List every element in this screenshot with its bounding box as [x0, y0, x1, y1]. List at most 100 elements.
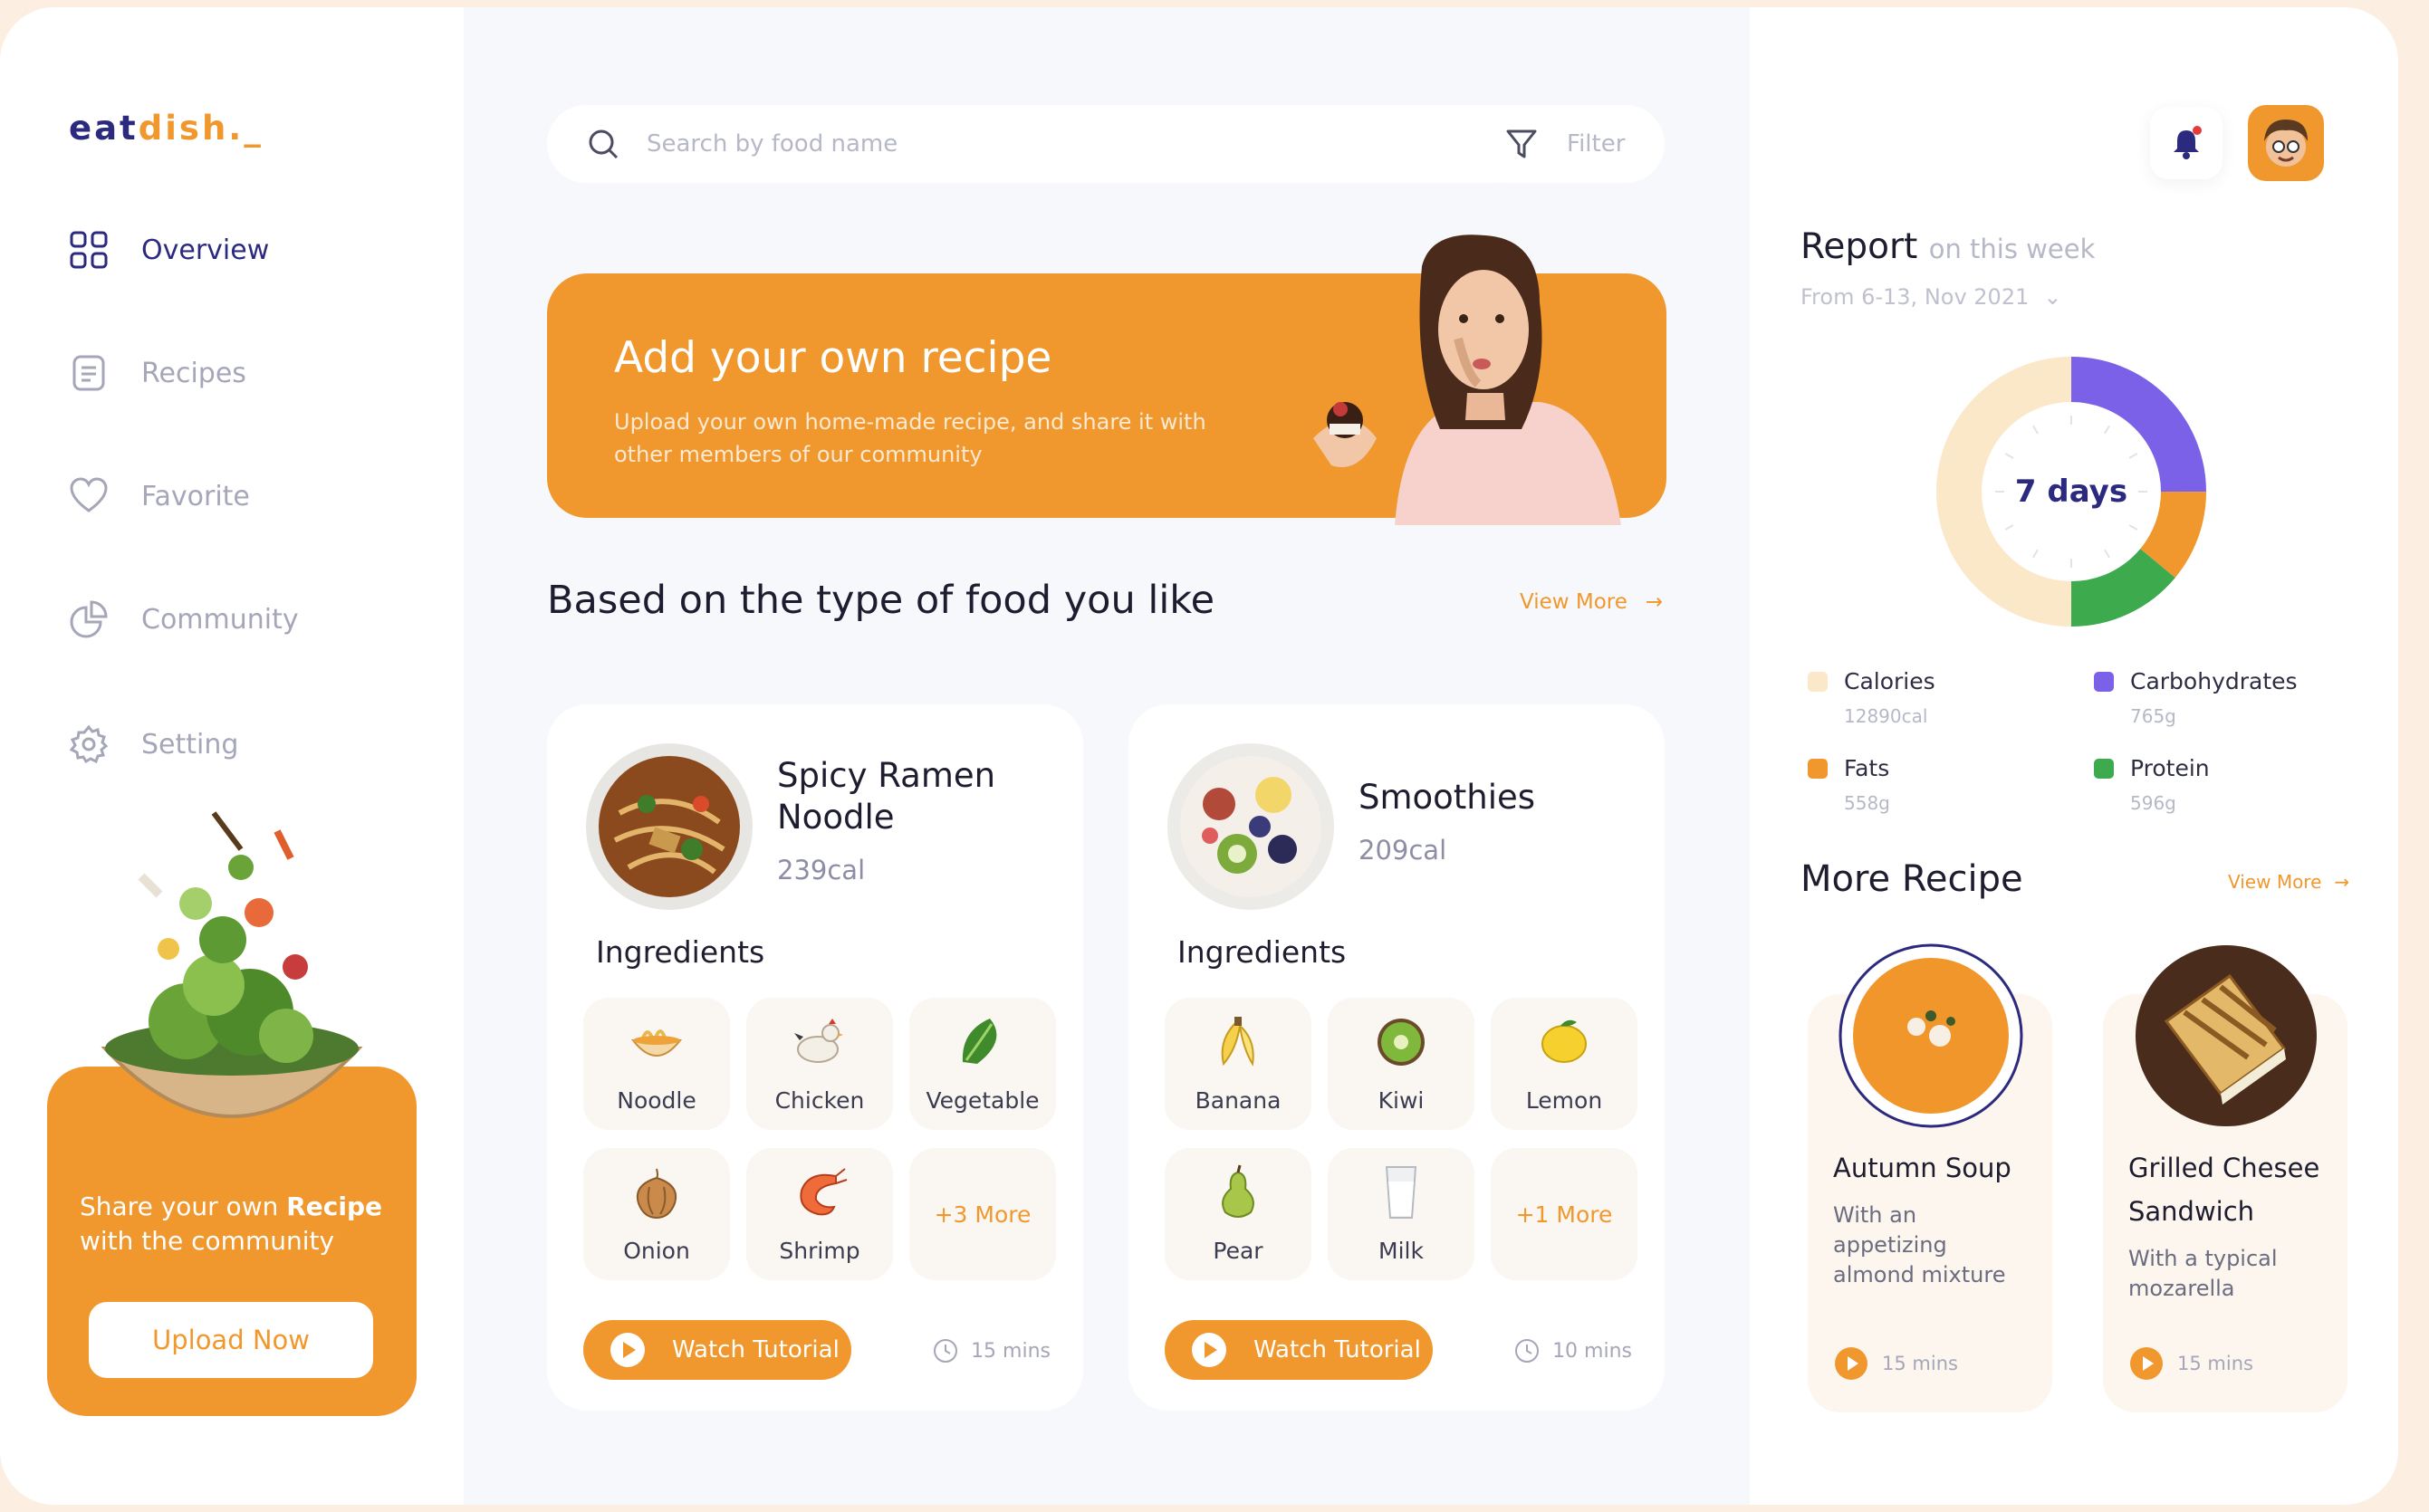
share-text: Share your own Recipe with the community: [80, 1191, 383, 1256]
report-title: Report on this week: [1800, 226, 2096, 267]
upload-now-button[interactable]: Upload Now: [89, 1302, 373, 1378]
sidebar-item-label: Community: [141, 603, 299, 636]
more-ingredients-button[interactable]: +3 More: [909, 1148, 1056, 1280]
ingredient-onion[interactable]: Onion: [583, 1148, 730, 1280]
search-bar[interactable]: [547, 105, 1534, 183]
salad-bowl-image: [101, 811, 363, 1118]
vegetable-icon: [962, 1019, 997, 1064]
legend-swatch: [2094, 758, 2114, 779]
sidebar-item-label: Favorite: [141, 480, 250, 512]
recipe-card-autumn-soup[interactable]: Autumn Soup With an appetizing almond mi…: [1808, 943, 2052, 1412]
sidebar-item-community[interactable]: Community: [69, 599, 299, 639]
woman-photo: [1313, 234, 1621, 525]
search-input[interactable]: [647, 130, 1371, 158]
avatar[interactable]: [2248, 105, 2324, 181]
clock-icon: [1515, 1339, 1540, 1363]
chevron-down-icon: ⌄: [2043, 284, 2062, 310]
play-icon[interactable]: [1835, 1347, 1867, 1380]
kiwi-icon: [1378, 1019, 1425, 1066]
search-icon: [589, 129, 619, 159]
ingredient-banana[interactable]: Banana: [1165, 998, 1311, 1130]
memoji-avatar-icon: [2264, 120, 2308, 167]
arrow-right-icon: →: [2334, 871, 2350, 893]
app-window: eatdish._ Overview Recipes Favorite Comm…: [0, 7, 2398, 1505]
sidebar-item-overview[interactable]: Overview: [69, 230, 269, 270]
recipe-name: Grilled Chesee Sandwich: [2128, 1153, 2320, 1227]
ingredient-chicken[interactable]: Chicken: [746, 998, 893, 1130]
recipe-time: 15 mins: [2130, 1347, 2253, 1380]
ingredient-pear[interactable]: Pear: [1165, 1148, 1311, 1280]
more-ingredients-button[interactable]: +1 More: [1491, 1148, 1637, 1280]
chicken-icon: [794, 1019, 843, 1063]
notification-button[interactable]: [2150, 107, 2223, 179]
recipe-name: Autumn Soup: [1833, 1153, 2011, 1183]
sidebar: eatdish._ Overview Recipes Favorite Comm…: [0, 7, 464, 1505]
banana-icon: [1221, 1017, 1254, 1067]
play-icon: [1192, 1333, 1226, 1367]
sidebar-item-recipes[interactable]: Recipes: [69, 353, 246, 393]
recipe-description: With a typical mozarella: [2128, 1246, 2278, 1301]
ramen-bowl-image: [586, 743, 753, 910]
notification-dot: [2193, 126, 2202, 135]
logo[interactable]: eatdish._: [69, 109, 264, 148]
pie-icon: [70, 600, 108, 638]
ingredient-lemon[interactable]: Lemon: [1491, 998, 1637, 1130]
play-icon: [610, 1333, 645, 1367]
lemon-icon: [1541, 1019, 1587, 1063]
recipe-card-smoothies[interactable]: Smoothies 209cal Ingredients Banana Kiwi…: [1128, 704, 1665, 1411]
gear-icon: [69, 724, 109, 764]
ingredients-title: Ingredients: [596, 934, 765, 970]
recipe-card-grilled-sandwich[interactable]: Grilled Chesee Sandwich With a typical m…: [2103, 945, 2347, 1412]
more-recipe-view-more-link[interactable]: View More →: [2228, 871, 2349, 893]
recipe-card-ramen[interactable]: Spicy Ramen Noodle 239cal Ingredients No…: [547, 704, 1083, 1411]
legend-protein: Protein 596g: [2094, 755, 2329, 814]
watch-tutorial-button[interactable]: Watch Tutorial: [1165, 1320, 1433, 1380]
sidebar-item-setting[interactable]: Setting: [69, 724, 238, 764]
clock-icon: [934, 1339, 958, 1363]
bell-icon: [2174, 126, 2202, 159]
onion-icon: [637, 1168, 677, 1220]
smoothie-bowl-image: [1167, 743, 1334, 910]
recipe-description: With an appetizing almond mixture: [1833, 1202, 2006, 1287]
grilled-sandwich-image: [2136, 945, 2317, 1126]
heart-icon: [70, 477, 108, 512]
legend-carbohydrates: Carbohydrates 765g: [2094, 668, 2329, 727]
arrow-right-icon: →: [1645, 590, 1664, 614]
ingredient-shrimp[interactable]: Shrimp: [746, 1148, 893, 1280]
legend-swatch: [2094, 671, 2114, 692]
duration: 10 mins: [1514, 1338, 1632, 1364]
view-more-link[interactable]: View More →: [1520, 590, 1663, 614]
pear-icon: [1222, 1164, 1254, 1218]
recipe-time: 15 mins: [1835, 1347, 1958, 1380]
ingredient-milk[interactable]: Milk: [1328, 1148, 1474, 1280]
ingredients-title: Ingredients: [1177, 934, 1347, 970]
play-icon[interactable]: [2130, 1347, 2163, 1380]
right-panel: Report on this week From 6-13, Nov 2021 …: [1750, 7, 2398, 1505]
sidebar-item-favorite[interactable]: Favorite: [69, 476, 250, 516]
grid-icon: [70, 231, 108, 269]
watch-tutorial-button[interactable]: Watch Tutorial: [583, 1320, 851, 1380]
noodle-icon: [630, 1029, 683, 1057]
dish-name: Smoothies: [1359, 778, 1536, 817]
sidebar-item-label: Setting: [141, 728, 239, 761]
duration: 15 mins: [933, 1338, 1051, 1364]
dish-calories: 239cal: [777, 855, 866, 885]
legend-fats: Fats 558g: [1808, 755, 2043, 814]
filter-button[interactable]: Filter: [1465, 105, 1665, 183]
date-range-dropdown[interactable]: From 6-13, Nov 2021 ⌄: [1800, 284, 2061, 310]
dish-calories: 209cal: [1359, 835, 1447, 866]
milk-icon: [1385, 1166, 1417, 1219]
ingredient-kiwi[interactable]: Kiwi: [1328, 998, 1474, 1130]
legend-calories: Calories 12890cal: [1808, 668, 2043, 727]
sidebar-item-label: Recipes: [141, 357, 246, 389]
banner-subtitle: Upload your own home-made recipe, and sh…: [614, 409, 1206, 467]
legend-swatch: [1808, 671, 1828, 692]
shrimp-icon: [800, 1168, 848, 1216]
dish-name: Spicy Ramen Noodle: [777, 756, 996, 837]
ingredient-vegetable[interactable]: Vegetable: [909, 998, 1056, 1130]
donut-center-label: 7 days: [2014, 474, 2128, 510]
legend-swatch: [1808, 758, 1828, 779]
sidebar-item-label: Overview: [141, 234, 270, 266]
document-icon: [72, 355, 105, 391]
ingredient-noodle[interactable]: Noodle: [583, 998, 730, 1130]
